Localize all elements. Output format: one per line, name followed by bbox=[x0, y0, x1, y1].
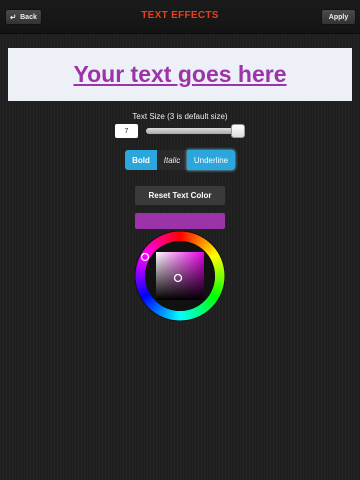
text-style-segmented-control: Bold Italic Underline bbox=[125, 150, 235, 170]
color-picker[interactable] bbox=[134, 230, 226, 322]
apply-button[interactable]: Apply bbox=[321, 9, 356, 25]
preview-text: Your text goes here bbox=[73, 61, 287, 87]
top-bar: Back TEXT EFFECTS Apply bbox=[0, 0, 360, 34]
text-size-slider[interactable] bbox=[146, 128, 244, 134]
underline-button[interactable]: Underline bbox=[187, 150, 235, 170]
italic-button[interactable]: Italic bbox=[157, 150, 187, 170]
page-title: TEXT EFFECTS bbox=[141, 10, 219, 21]
text-size-field[interactable]: 7 bbox=[115, 124, 138, 138]
reset-text-color-button[interactable]: Reset Text Color bbox=[135, 186, 225, 205]
color-wheel[interactable] bbox=[134, 230, 226, 322]
text-size-label: Text Size (3 is default size) bbox=[132, 112, 228, 121]
bold-button[interactable]: Bold bbox=[125, 150, 157, 170]
selected-color-swatch bbox=[135, 213, 225, 229]
text-preview: Your text goes here bbox=[8, 48, 352, 101]
text-size-slider-thumb[interactable] bbox=[231, 124, 245, 138]
